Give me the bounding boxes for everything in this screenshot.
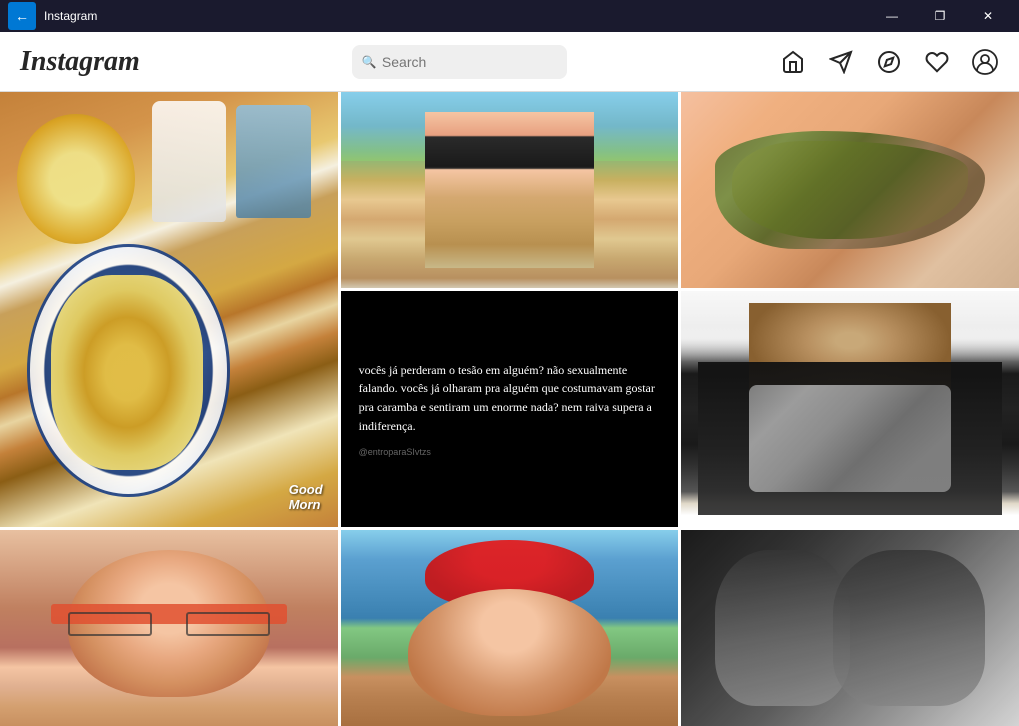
titlebar: ← Instagram — ❐ ✕	[0, 0, 1019, 32]
top-navigation: Instagram 🔍	[0, 32, 1019, 92]
home-nav-button[interactable]	[779, 48, 807, 76]
quote-caption: @entroparaSIvtzs	[359, 447, 661, 457]
grid-item-couple[interactable]	[681, 530, 1019, 726]
grid-item-pink-cap[interactable]	[341, 530, 679, 726]
grid-item-quote[interactable]: vocês já perderam o tesão em alguém? não…	[341, 291, 679, 527]
search-input[interactable]	[352, 45, 567, 79]
window-controls: — ❐ ✕	[869, 0, 1011, 32]
quote-text: vocês já perderam o tesão em alguém? não…	[359, 361, 661, 435]
good-morning-text: GoodMorn	[289, 482, 323, 512]
direct-nav-button[interactable]	[827, 48, 855, 76]
explore-nav-button[interactable]	[875, 48, 903, 76]
photo-grid: GoodMorn vocês já perderam o tesão em al…	[0, 92, 1019, 726]
close-button[interactable]: ✕	[965, 0, 1011, 32]
back-button[interactable]: ←	[8, 2, 36, 30]
instagram-logo: Instagram	[20, 46, 140, 78]
minimize-button[interactable]: —	[869, 0, 915, 32]
window-title: Instagram	[44, 9, 869, 23]
search-icon: 🔍	[362, 55, 377, 69]
grid-item-woman-glasses[interactable]	[0, 530, 338, 726]
maximize-button[interactable]: ❐	[917, 0, 963, 32]
search-bar[interactable]: 🔍	[352, 45, 567, 79]
back-icon: ←	[15, 8, 29, 24]
nav-icons	[779, 48, 999, 76]
grid-item-lizard[interactable]	[681, 92, 1019, 288]
likes-nav-button[interactable]	[923, 48, 951, 76]
grid-item-breakfast[interactable]: GoodMorn	[0, 92, 338, 527]
grid-item-bikini[interactable]	[341, 92, 679, 288]
grid-item-footballer[interactable]	[681, 291, 1019, 527]
profile-nav-button[interactable]	[971, 48, 999, 76]
